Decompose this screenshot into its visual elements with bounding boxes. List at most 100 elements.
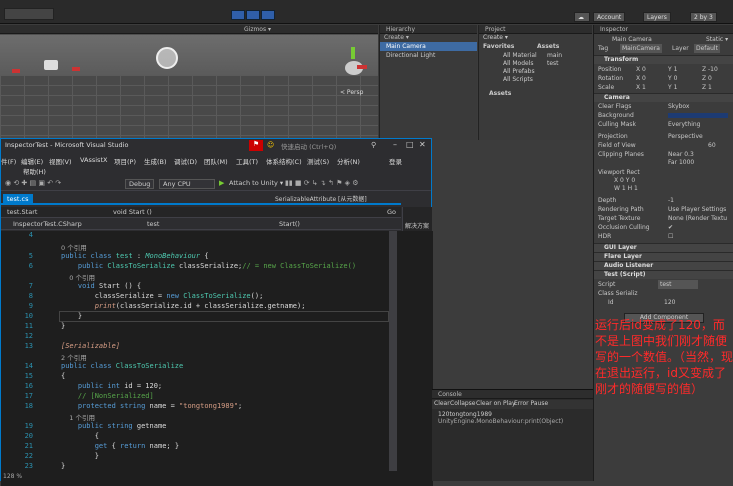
static-dropdown[interactable]: Static ▾ <box>706 35 732 44</box>
menu-help[interactable]: 帮助(H) <box>23 166 46 176</box>
scale-y[interactable]: Y 1 <box>668 83 677 92</box>
go-button[interactable]: Go <box>387 208 396 216</box>
search-icon[interactable]: ⚲ <box>371 141 376 149</box>
attach-unity-button[interactable]: Attach to Unity ▾ <box>229 179 283 187</box>
tag-dropdown[interactable]: MainCamera <box>620 44 662 53</box>
menu-analyze[interactable]: 分析(N) <box>337 156 360 166</box>
transform-header[interactable]: Transform <box>594 55 733 64</box>
code-editor[interactable]: 4 0 个引用 5 public class test : MonoBehavi… <box>1 231 433 486</box>
gizmos-button[interactable]: Gizmos ▾ <box>244 25 271 34</box>
project-create[interactable]: Create ▾ <box>479 34 592 42</box>
camera-header[interactable]: Camera <box>594 93 733 102</box>
sun-light-icon[interactable] <box>156 47 178 69</box>
pos-x[interactable]: X 0 <box>636 65 646 74</box>
transform-tools[interactable] <box>4 8 54 20</box>
notification-flag-icon[interactable]: ⚑ <box>249 140 263 151</box>
asset-main[interactable]: main <box>547 52 562 59</box>
layout-dropdown[interactable]: 2 by 3 <box>690 12 717 22</box>
scene-view[interactable]: Gizmos ▾ < Persp <box>0 25 378 140</box>
layers-dropdown[interactable]: Layers <box>643 12 671 22</box>
fav-item-prefabs[interactable]: All Prefabs <box>503 68 535 75</box>
cam-value[interactable]: Perspective <box>668 132 703 141</box>
pause-button[interactable] <box>246 10 260 20</box>
nav-class[interactable]: test <box>147 220 159 228</box>
menu-vassistx[interactable]: VAssistX <box>80 156 107 164</box>
layer-dropdown[interactable]: Default <box>694 44 720 53</box>
menu-file[interactable]: 件(F) <box>1 156 16 166</box>
pos-z[interactable]: Z -10 <box>702 65 718 74</box>
cam-value[interactable]: Skybox <box>668 102 689 111</box>
fav-item-models[interactable]: All Models <box>503 60 534 67</box>
asset-test[interactable]: test <box>547 60 559 67</box>
toolbar-icons[interactable]: ◉ ⟲ ✚ ▤ ▣ ↶ ↷ <box>5 179 61 187</box>
fav-item-scripts[interactable]: All Scripts <box>503 76 533 83</box>
project-title[interactable]: Project <box>479 25 592 34</box>
cloud-button[interactable]: ☁ <box>574 12 590 22</box>
cam-value[interactable]: None (Render Textu <box>668 214 727 223</box>
menu-edit[interactable]: 编辑(E) <box>21 156 43 166</box>
nav-method[interactable]: Start() <box>279 220 300 228</box>
cam-value[interactable]: W 1 H 1 <box>614 184 638 193</box>
cam-value[interactable]: Use Player Settings <box>668 205 726 214</box>
menu-debug[interactable]: 调试(D) <box>174 156 197 166</box>
platform-dropdown[interactable]: Any CPU <box>159 179 215 189</box>
rot-y[interactable]: Y 0 <box>668 74 677 83</box>
camera-gizmo-icon[interactable] <box>44 60 58 70</box>
fav-item-materials[interactable]: All Material <box>503 52 537 59</box>
cam-value[interactable]: -1 <box>668 196 674 205</box>
console-error-pause-button[interactable]: Error Pause <box>514 400 548 407</box>
hierarchy-title[interactable]: Hierarchy <box>380 25 477 34</box>
inspector-title[interactable]: Inspector <box>594 25 733 34</box>
menu-team[interactable]: 团队(M) <box>204 156 228 166</box>
pos-y[interactable]: Y 1 <box>668 65 677 74</box>
nav-project[interactable]: InspectorTest.CSharp <box>13 220 82 228</box>
debug-toolbar-icons[interactable]: ▮▮ ■ ⟳ ↳ ↴ ↰ ⚑ ◈ ⚙ <box>285 179 359 187</box>
menu-architecture[interactable]: 体系结构(C) <box>266 156 302 166</box>
id-field[interactable]: 120 <box>664 298 675 307</box>
step-button[interactable] <box>261 10 275 20</box>
cam-value[interactable]: 60 <box>708 141 716 150</box>
hierarchy-create[interactable]: Create ▾ <box>380 34 477 42</box>
console-collapse-button[interactable]: Collapse <box>450 400 476 407</box>
smiley-feedback-icon[interactable]: ☺ <box>267 141 274 149</box>
console-clear-button[interactable]: Clear <box>434 400 450 407</box>
menu-test[interactable]: 测试(S) <box>307 156 329 166</box>
nav-member[interactable]: void Start () <box>113 208 152 216</box>
scale-x[interactable]: X 1 <box>636 83 646 92</box>
menu-view[interactable]: 视图(V) <box>49 156 72 166</box>
scale-z[interactable]: Z 1 <box>702 83 712 92</box>
zoom-level[interactable]: 128 % <box>3 473 22 480</box>
assets-tree-node[interactable]: Assets <box>489 90 511 97</box>
cam-value[interactable]: ☐ <box>668 232 673 241</box>
persp-label[interactable]: < Persp <box>340 89 363 96</box>
hierarchy-item-directional-light[interactable]: Directional Light <box>380 51 477 60</box>
config-dropdown[interactable]: Debug <box>125 179 155 189</box>
audio-listener-header[interactable]: Audio Listener <box>594 261 733 270</box>
nav-scope[interactable]: test.Start <box>7 208 37 216</box>
maximize-icon[interactable]: □ <box>406 140 414 149</box>
cam-value[interactable]: Everything <box>668 120 700 129</box>
favorites-label[interactable]: Favorites <box>483 43 514 50</box>
console-log-trace[interactable]: UnityEngine.MonoBehaviour:print(Object) <box>438 418 563 425</box>
console-log-line[interactable]: 120tongtong1989 <box>438 411 492 418</box>
rot-x[interactable]: X 0 <box>636 74 646 83</box>
editor-scrollbar[interactable] <box>389 231 397 471</box>
run-icon[interactable]: ▶ <box>219 179 224 187</box>
solution-label[interactable]: 解决方案 <box>405 221 429 230</box>
account-dropdown[interactable]: Account <box>593 12 626 22</box>
gui-layer-header[interactable]: GUI Layer <box>594 243 733 252</box>
rot-z[interactable]: Z 0 <box>702 74 712 83</box>
tab-test-cs[interactable]: test.cs <box>3 194 33 205</box>
menu-project[interactable]: 项目(P) <box>114 156 136 166</box>
scene-orientation-gizmo[interactable] <box>345 47 367 85</box>
class-serialize-label[interactable]: Class Serializ <box>598 289 730 298</box>
test-script-header[interactable]: Test (Script) <box>594 270 733 279</box>
menu-build[interactable]: 生成(B) <box>144 156 167 166</box>
flare-layer-header[interactable]: Flare Layer <box>594 252 733 261</box>
quick-launch-input[interactable]: 快速启动 (Ctrl+Q) <box>281 141 336 151</box>
login-link[interactable]: 登录 <box>389 156 402 166</box>
close-icon[interactable]: ✕ <box>419 140 426 149</box>
menu-tools[interactable]: 工具(T) <box>236 156 258 166</box>
hierarchy-item-main-camera[interactable]: Main Camera <box>380 42 477 51</box>
background-color-swatch[interactable] <box>668 113 728 118</box>
